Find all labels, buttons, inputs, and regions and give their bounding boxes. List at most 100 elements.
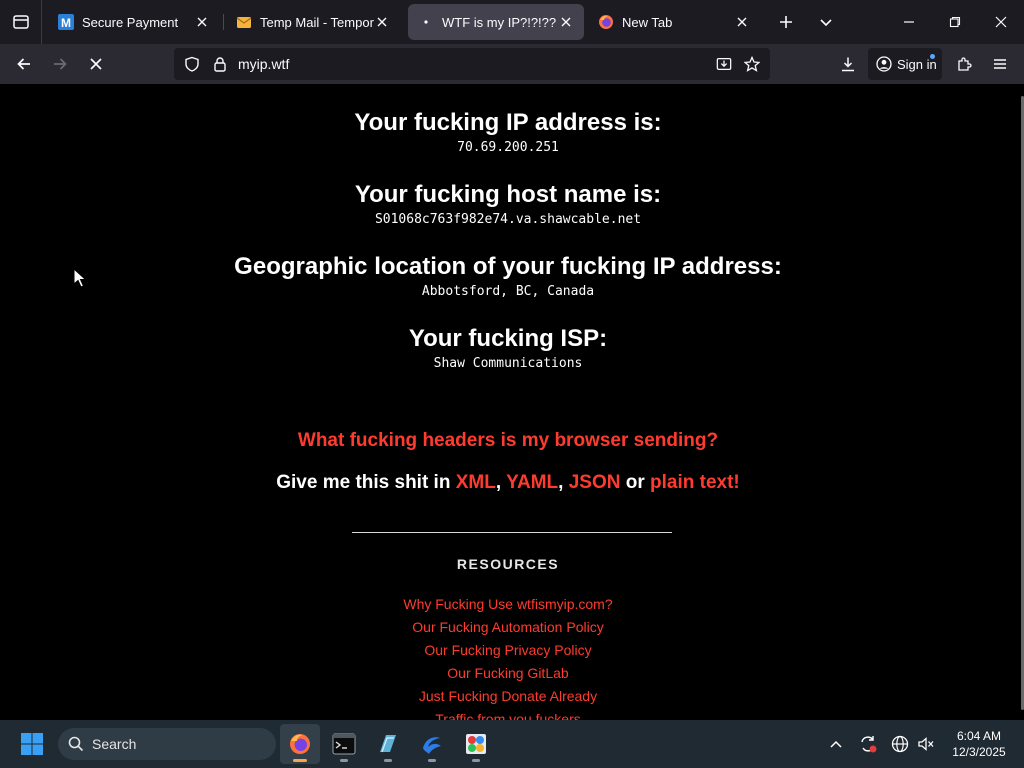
format-links-line: Give me this shit in XML, YAML, JSON or … [0, 472, 1016, 494]
download-icon [842, 57, 854, 72]
puzzle-icon [958, 57, 972, 71]
xml-link[interactable]: XML [456, 472, 496, 493]
m-logo-icon: M [58, 14, 74, 30]
tab-title: WTF is my IP?!?!?? [442, 14, 557, 30]
account-icon [876, 56, 892, 72]
forward-arrow-icon [54, 58, 67, 70]
system-clock[interactable]: 6:04 AM 12/3/2025 [944, 728, 1014, 760]
stop-loading-button[interactable] [80, 48, 112, 80]
taskbar-search[interactable]: Search [58, 728, 276, 760]
running-indicator [293, 759, 307, 762]
reader-view-download-icon[interactable] [716, 56, 732, 72]
globe-icon [891, 735, 909, 753]
tab-new-tab[interactable]: New Tab [588, 4, 760, 40]
headers-link[interactable]: What fucking headers is my browser sendi… [298, 430, 718, 451]
sign-in-button[interactable]: Sign in [868, 48, 942, 80]
tab-secure-payment[interactable]: M Secure Payment [48, 4, 220, 40]
isp-heading: Your fucking ISP: [408, 325, 608, 352]
running-indicator [472, 759, 480, 762]
tab-title: Secure Payment [82, 14, 179, 30]
lock-icon[interactable] [212, 56, 228, 72]
clock-time: 6:04 AM [956, 729, 1002, 743]
host-value: S01068c763f982e74.va.shawcable.net [374, 212, 642, 227]
mail-icon [236, 14, 252, 30]
separator: , [558, 472, 569, 493]
back-button[interactable] [8, 48, 40, 80]
app-menu-button[interactable] [984, 48, 1016, 80]
show-hidden-icons-button[interactable] [826, 734, 846, 754]
resource-link-why[interactable]: Why Fucking Use wtfismyip.com? [403, 596, 612, 612]
forward-button[interactable] [44, 48, 76, 80]
plain-text-link[interactable]: plain text! [650, 472, 740, 493]
plus-icon [780, 16, 792, 28]
start-button[interactable] [12, 724, 52, 764]
close-tab-icon[interactable] [734, 14, 750, 30]
taskbar-app-blue[interactable] [412, 724, 452, 764]
terminal-icon [332, 733, 356, 755]
yaml-link[interactable]: YAML [506, 472, 558, 493]
divider [352, 532, 672, 533]
minimize-button[interactable] [886, 0, 932, 44]
notification-dot [930, 54, 935, 59]
mouse-pointer-icon [73, 268, 87, 288]
separator: , [495, 472, 507, 493]
list-all-tabs-button[interactable] [808, 4, 844, 40]
close-icon [995, 16, 1007, 28]
resource-link-traffic[interactable]: Traffic from you fuckers [435, 711, 580, 720]
volume-tray-icon[interactable] [916, 734, 936, 754]
windows-logo-icon [21, 733, 43, 755]
tab-wtf-is-my-ip[interactable]: WTF is my IP?!?!?? [408, 4, 584, 40]
notepad-icon [380, 735, 396, 753]
clock-date: 12/3/2025 [952, 745, 1006, 759]
geo-value: Abbotsford, BC, Canada [421, 284, 595, 299]
resource-link-gitlab[interactable]: Our Fucking GitLab [447, 665, 568, 681]
geo-heading: Geographic location of your fucking IP a… [234, 253, 782, 280]
sync-icon [861, 736, 877, 753]
close-tab-icon[interactable] [194, 14, 210, 30]
app-grid-icon [466, 734, 486, 754]
chevron-up-icon [830, 740, 842, 748]
taskbar-firefox[interactable] [280, 724, 320, 764]
stop-icon [90, 58, 102, 70]
tab-temp-mail[interactable]: Temp Mail - Temporary [226, 4, 400, 40]
minimize-icon [904, 21, 914, 23]
sync-tray-icon[interactable] [858, 734, 878, 754]
chevron-down-icon [820, 19, 832, 27]
taskbar: Search 6:04 AM 12/3/2025 [0, 720, 1024, 768]
tab-separator [223, 14, 224, 30]
close-tab-icon[interactable] [558, 14, 574, 30]
restore-button[interactable] [932, 0, 978, 44]
bookmark-star-icon[interactable] [744, 56, 760, 72]
url-text[interactable]: myip.wtf [238, 56, 289, 72]
extensions-button[interactable] [948, 48, 980, 80]
tracking-protection-shield-icon[interactable] [184, 56, 200, 72]
search-placeholder: Search [92, 736, 137, 752]
tab-title: New Tab [622, 14, 673, 30]
taskbar-app-grid[interactable] [456, 724, 496, 764]
running-indicator [428, 759, 436, 762]
ip-value: 70.69.200.251 [457, 140, 559, 155]
resources-title: RESOURCES [456, 556, 560, 572]
downloads-button[interactable] [832, 48, 864, 80]
svg-text:M: M [61, 16, 71, 30]
new-tab-button[interactable] [768, 4, 804, 40]
json-link[interactable]: JSON [569, 472, 621, 493]
resource-link-donate[interactable]: Just Fucking Donate Already [419, 688, 597, 704]
firefox-view-button[interactable] [0, 0, 42, 44]
close-window-button[interactable] [978, 0, 1024, 44]
swirl-app-icon [423, 737, 441, 754]
back-arrow-icon [17, 58, 30, 70]
isp-value: Shaw Communications [433, 356, 583, 371]
search-icon [68, 736, 84, 752]
resource-link-automation-policy[interactable]: Our Fucking Automation Policy [412, 619, 603, 635]
ip-heading: Your fucking IP address is: [354, 109, 662, 136]
network-tray-icon[interactable] [890, 734, 910, 754]
navigation-toolbar: myip.wtf Sign in [0, 44, 1024, 84]
hamburger-menu-icon [994, 59, 1006, 69]
page-content: Your fucking IP address is: 70.69.200.25… [0, 84, 1024, 720]
resource-link-privacy-policy[interactable]: Our Fucking Privacy Policy [424, 642, 591, 658]
taskbar-terminal[interactable] [324, 724, 364, 764]
close-tab-icon[interactable] [374, 14, 390, 30]
taskbar-notepad[interactable] [368, 724, 408, 764]
url-bar[interactable]: myip.wtf [174, 48, 770, 80]
